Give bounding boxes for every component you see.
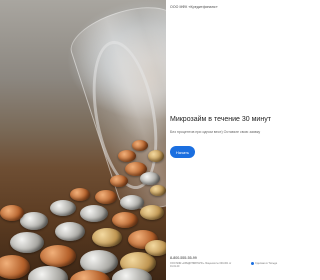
coin [118, 150, 136, 162]
start-button[interactable]: Начать [170, 146, 195, 158]
coin [132, 140, 148, 151]
coin [80, 205, 108, 222]
coin [140, 172, 160, 185]
page-subtitle: Без процентов при одном весе) Оставьте с… [170, 130, 261, 134]
brand-name: ООО МФК «Кредитфинанс» [170, 5, 218, 9]
coin [50, 200, 76, 216]
hero-photo [0, 0, 166, 280]
coin [145, 240, 166, 256]
coin [20, 212, 48, 230]
coin [0, 205, 24, 221]
coin [112, 212, 138, 228]
page-title: Микрозайм в течение 30 минут [170, 116, 271, 123]
coin [120, 195, 144, 210]
coin [55, 222, 85, 241]
coin [148, 150, 164, 162]
coin [92, 228, 122, 247]
coin [110, 175, 128, 187]
coin [70, 188, 90, 201]
made-on-tilda-link[interactable]: Сделано в Тильде [251, 262, 277, 265]
coin [95, 190, 117, 204]
coin [40, 245, 76, 267]
coin [150, 185, 166, 196]
tilda-icon [251, 262, 254, 265]
coin [0, 255, 30, 279]
phone-number[interactable]: 8-800-555-55-99 [170, 256, 197, 260]
coin [140, 205, 164, 220]
coin [10, 232, 44, 253]
made-on-tilda-label: Сделано в Тильде [255, 262, 278, 265]
coin [28, 266, 68, 280]
legal-text: ООО МФК «КРЕДИТФИНАНС» Лицензия № 000-00… [170, 262, 232, 268]
